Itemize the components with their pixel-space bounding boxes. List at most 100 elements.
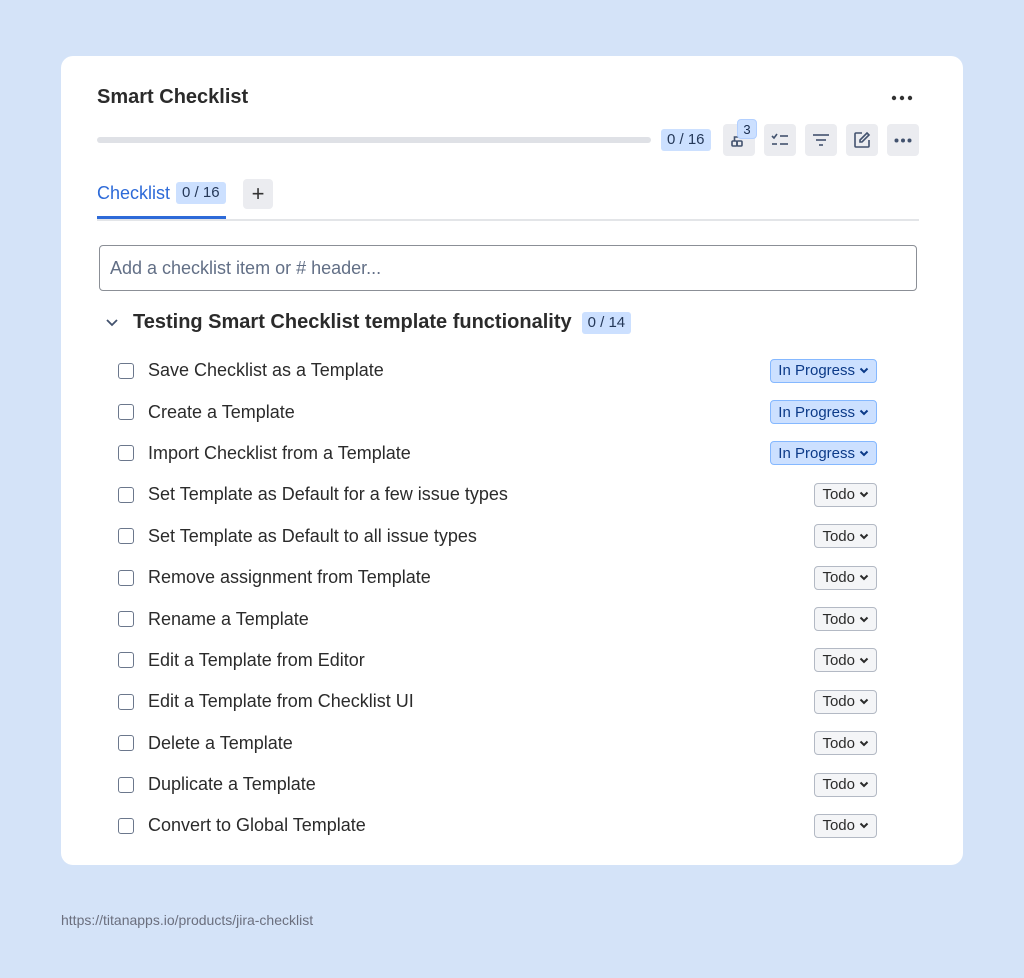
- edit-icon: [854, 131, 871, 148]
- status-label: In Progress: [778, 403, 855, 421]
- checklist-item: Duplicate a Template Todo: [117, 764, 877, 805]
- checklist-item-text[interactable]: Rename a Template: [148, 609, 309, 630]
- checklist-item-checkbox[interactable]: [118, 362, 134, 379]
- notification-badge: 3: [737, 119, 757, 139]
- status-label: Todo: [822, 734, 855, 752]
- status-label: In Progress: [778, 444, 855, 462]
- more-horizontal-icon: [894, 138, 912, 142]
- checklist-item: Set Template as Default for a few issue …: [117, 474, 877, 515]
- checklist-item-text[interactable]: Set Template as Default to all issue typ…: [148, 526, 477, 547]
- checklist-item-text[interactable]: Import Checklist from a Template: [148, 443, 411, 464]
- add-item-input[interactable]: [99, 245, 917, 291]
- checklist-items: Save Checklist as a Template In Progress C…: [117, 350, 877, 847]
- plus-icon: +: [251, 181, 265, 206]
- section-collapse-toggle[interactable]: [101, 312, 123, 334]
- chevron-down-icon: [859, 823, 869, 829]
- status-label: Todo: [822, 651, 855, 669]
- status-label: Todo: [822, 693, 855, 711]
- tab-checklist-label: Checklist: [97, 182, 171, 203]
- checklist-item: Convert to Global Template Todo: [117, 805, 877, 846]
- header-more-button[interactable]: [887, 84, 917, 112]
- checklist-item-text[interactable]: Convert to Global Template: [148, 815, 366, 836]
- checklist-item-checkbox[interactable]: [118, 817, 134, 834]
- section-title: Testing Smart Checklist template functio…: [133, 311, 572, 333]
- status-dropdown[interactable]: Todo: [814, 731, 877, 756]
- section-count-badge: 0 / 14: [581, 311, 632, 334]
- checklist-item-text[interactable]: Set Template as Default for a few issue …: [148, 484, 508, 505]
- section-header: Testing Smart Checklist template functio…: [101, 311, 632, 334]
- status-label: Todo: [822, 610, 855, 628]
- more-horizontal-icon: [891, 95, 913, 101]
- status-label: Todo: [822, 527, 855, 545]
- filter-icon: [813, 134, 829, 146]
- status-dropdown[interactable]: Todo: [814, 482, 877, 507]
- toolbar-more-button[interactable]: [887, 124, 919, 156]
- status-dropdown[interactable]: Todo: [814, 565, 877, 590]
- checklist-view-button[interactable]: [764, 124, 796, 156]
- checklist-item-checkbox[interactable]: [118, 569, 134, 586]
- status-dropdown[interactable]: Todo: [814, 607, 877, 632]
- chevron-down-icon: [859, 367, 869, 374]
- checklist-item-text[interactable]: Save Checklist as a Template: [148, 360, 384, 381]
- checklist-item-checkbox[interactable]: [118, 652, 134, 669]
- checklist-item: Create a Template In Progress: [117, 391, 877, 432]
- status-label: Todo: [822, 776, 855, 794]
- checklist-icon: [771, 133, 788, 145]
- checklist-item-checkbox[interactable]: [118, 776, 134, 793]
- checklist-item-checkbox[interactable]: [118, 735, 134, 752]
- progress-count-badge: 0 / 16: [661, 129, 711, 151]
- status-label: Todo: [822, 486, 855, 504]
- status-dropdown[interactable]: Todo: [814, 524, 877, 549]
- chevron-down-icon: [859, 781, 869, 788]
- chevron-down-icon: [859, 409, 869, 415]
- progress-bar: [97, 137, 651, 143]
- status-dropdown[interactable]: Todo: [814, 772, 877, 797]
- tab-divider: [97, 219, 919, 221]
- tab-checklist-count: 0 / 16: [176, 182, 226, 204]
- checklist-item: Remove assignment from Template Todo: [117, 557, 877, 598]
- status-label: Todo: [822, 569, 855, 587]
- checklist-item-checkbox[interactable]: [118, 611, 134, 628]
- checklist-item-text[interactable]: Edit a Template from Checklist UI: [148, 691, 414, 712]
- checklist-item: Rename a Template Todo: [117, 598, 877, 639]
- status-label: In Progress: [778, 362, 855, 380]
- checklist-item-checkbox[interactable]: [118, 693, 134, 710]
- edit-button[interactable]: [846, 124, 878, 156]
- chevron-down-icon: [859, 657, 869, 664]
- checklist-item-text[interactable]: Delete a Template: [148, 733, 293, 754]
- filter-button[interactable]: [805, 124, 837, 156]
- checklist-item-checkbox[interactable]: [118, 404, 134, 421]
- status-dropdown[interactable]: In Progress: [770, 358, 877, 383]
- chevron-down-icon: [859, 699, 869, 705]
- checklist-item: Save Checklist as a Template In Progress: [117, 350, 877, 391]
- status-dropdown[interactable]: Todo: [814, 648, 877, 673]
- tab-checklist[interactable]: Checklist 0 / 16: [97, 182, 226, 219]
- status-label: Todo: [822, 817, 855, 835]
- add-tab-button[interactable]: +: [243, 179, 273, 209]
- checklist-item: Import Checklist from a Template In Progr…: [117, 433, 877, 474]
- checklist-item-text[interactable]: Remove assignment from Template: [148, 567, 431, 588]
- status-dropdown[interactable]: In Progress: [770, 441, 877, 466]
- checklist-item-checkbox[interactable]: [118, 486, 134, 503]
- panel-title: Smart Checklist: [97, 86, 249, 108]
- chevron-down-icon: [859, 450, 869, 457]
- status-dropdown[interactable]: Todo: [814, 689, 877, 714]
- checklist-item: Delete a Template Todo: [117, 723, 877, 764]
- chevron-down-icon: [859, 616, 869, 622]
- checklist-item: Edit a Template from Checklist UI Todo: [117, 681, 877, 722]
- footer-url: https://titanapps.io/products/jira-check…: [61, 912, 314, 928]
- smart-checklist-card: Smart Checklist 0 / 16 3 Checklist 0 / 1…: [61, 56, 963, 865]
- checklist-item: Set Template as Default to all issue typ…: [117, 516, 877, 557]
- chevron-down-icon: [859, 492, 869, 498]
- checklist-item-text[interactable]: Duplicate a Template: [148, 774, 316, 795]
- checklist-item-checkbox[interactable]: [118, 445, 134, 462]
- chevron-down-icon: [859, 533, 869, 540]
- checklist-item-text[interactable]: Edit a Template from Editor: [148, 650, 365, 671]
- checklist-item-checkbox[interactable]: [118, 528, 134, 545]
- status-dropdown[interactable]: In Progress: [770, 400, 877, 425]
- status-dropdown[interactable]: Todo: [814, 813, 877, 838]
- chevron-down-icon: [859, 740, 869, 747]
- chevron-down-icon: [859, 574, 869, 581]
- checklist-item: Edit a Template from Editor Todo: [117, 640, 877, 681]
- checklist-item-text[interactable]: Create a Template: [148, 402, 295, 423]
